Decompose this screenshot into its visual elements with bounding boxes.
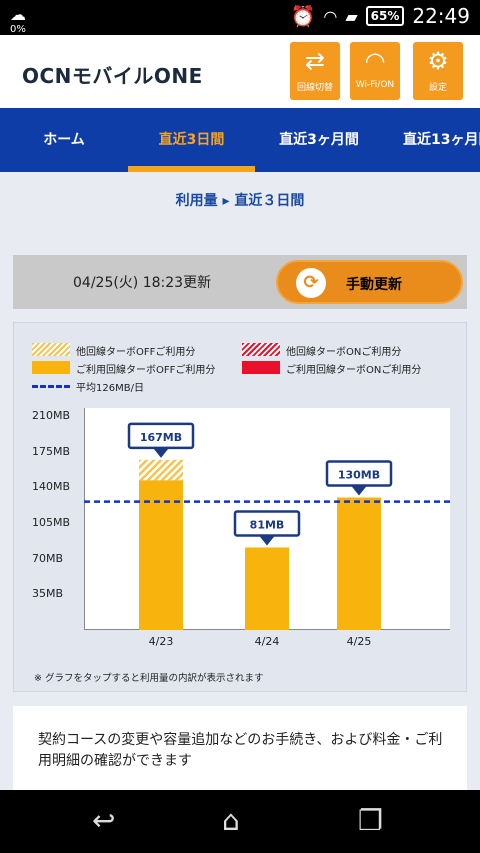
breadcrumb-separator: ▸	[222, 193, 230, 209]
refresh-label: 手動更新	[346, 277, 402, 293]
wifi-icon: ◠	[364, 47, 386, 75]
active-tab-indicator	[128, 166, 255, 172]
main-nav: ホーム 直近3日間 直近3ヶ月間 直近13ヶ月間	[0, 108, 480, 172]
manual-refresh-button[interactable]: ⟳ 手動更新	[276, 260, 463, 304]
app-header: OCNモバイルONE ⇄ 回線切替 ◠ Wi-Fi/ON ⚙ 設定	[0, 35, 480, 108]
legend-label: ご利用回線ターボOFFご利用分	[76, 365, 216, 376]
alarm-icon: ⏰	[290, 4, 316, 28]
wifi-status-icon: ◠	[323, 6, 338, 26]
battery-indicator: 65%	[365, 6, 405, 26]
legend-label: 他回線ターボONご利用分	[286, 347, 402, 358]
signal-percent: 0%	[10, 24, 26, 35]
bar-value-callout: 81MB	[233, 510, 301, 546]
svg-text:81MB: 81MB	[250, 518, 285, 531]
recents-icon[interactable]: ❐	[358, 804, 383, 837]
settings-label: 設定	[428, 83, 447, 93]
line-switch-button[interactable]: ⇄ 回線切替	[290, 42, 340, 100]
y-tick-label: 210MB	[32, 409, 71, 422]
legend-swatch	[32, 343, 70, 356]
home-icon[interactable]: ⌂	[222, 804, 240, 837]
x-tick-label: 4/24	[254, 635, 280, 648]
status-left: ☁ 0%	[10, 5, 26, 35]
update-timestamp: 04/25(火) 18:23更新	[73, 275, 212, 291]
gear-icon: ⚙	[427, 47, 449, 75]
back-icon[interactable]: ↩	[92, 804, 115, 837]
usage-bar[interactable]	[245, 547, 289, 630]
legend-label: 他回線ターボOFFご利用分	[76, 347, 196, 358]
clock: 22:49	[412, 4, 470, 28]
tab-3months[interactable]: 直近3ヶ月間	[255, 108, 383, 172]
line-switch-icon: ⇄	[304, 47, 326, 75]
breadcrumb-parent[interactable]: 利用量	[176, 193, 218, 209]
info-card[interactable]: 契約コースの変更や容量追加などのお手続き、および料金・ご利用明細の確認ができます	[13, 706, 467, 790]
brand-logo: OCNモバイルONE	[22, 64, 203, 88]
tab-home[interactable]: ホーム	[0, 108, 128, 172]
y-tick-label: 70MB	[32, 551, 64, 565]
chart-note: ※ グラフをタップすると利用量の内訳が表示されます	[34, 673, 264, 684]
y-tick-label: 140MB	[32, 480, 71, 494]
tab-13months[interactable]: 直近13ヶ月間	[383, 108, 480, 172]
legend-swatch	[32, 361, 70, 374]
legend-swatch	[242, 343, 280, 356]
usage-bar[interactable]	[337, 497, 381, 630]
y-tick-label: 105MB	[32, 516, 71, 529]
weather-icon: ☁	[10, 5, 26, 24]
breadcrumb-current: 直近３日間	[234, 193, 305, 209]
wifi-label: Wi-Fi/ON	[355, 80, 395, 90]
bar-value-callout: 167MB	[127, 422, 195, 458]
x-tick-label: 4/25	[346, 635, 372, 648]
usage-chart-card: 他回線ターボOFFご利用分 他回線ターボONご利用分ご利用回線ターボOFFご利用分…	[13, 322, 467, 692]
tab-3days[interactable]: 直近3日間	[128, 108, 255, 172]
y-tick-label: 35MB	[32, 587, 64, 601]
legend-swatch	[32, 385, 70, 388]
svg-text:130MB: 130MB	[338, 469, 380, 482]
line-switch-label: 回線切替	[296, 83, 333, 93]
cell-signal-icon: ▰	[345, 6, 358, 26]
svg-text:167MB: 167MB	[140, 431, 182, 444]
info-text: 契約コースの変更や容量追加などのお手続き、および料金・ご利用明細の確認ができます	[38, 732, 443, 769]
legend-swatch	[242, 361, 280, 374]
usage-chart[interactable]: 167MB 81MB 130MB	[83, 408, 450, 631]
status-right: ⏰ ◠ ▰ 65% 22:49	[290, 4, 470, 28]
refresh-icon: ⟳	[296, 268, 326, 298]
settings-button[interactable]: ⚙ 設定	[413, 42, 463, 100]
update-bar: 04/25(火) 18:23更新 ⟳ 手動更新	[13, 255, 467, 309]
y-tick-label: 175MB	[32, 444, 71, 458]
other-line-bar-segment[interactable]	[139, 459, 183, 481]
legend-label: ご利用回線ターボONご利用分	[286, 365, 422, 376]
x-tick-label: 4/23	[148, 635, 174, 648]
breadcrumb: 利用量 ▸ 直近３日間	[0, 190, 480, 210]
legend-label: 平均126MB/日	[76, 383, 144, 394]
wifi-button[interactable]: ◠ Wi-Fi/ON	[350, 42, 400, 100]
bar-value-callout: 130MB	[325, 460, 393, 496]
status-bar: ☁ 0% ⏰ ◠ ▰ 65% 22:49	[0, 0, 480, 35]
system-nav-bar: ↩ ⌂ ❐	[0, 790, 480, 853]
plot-area[interactable]: 167MB 81MB 130MB	[83, 408, 450, 631]
